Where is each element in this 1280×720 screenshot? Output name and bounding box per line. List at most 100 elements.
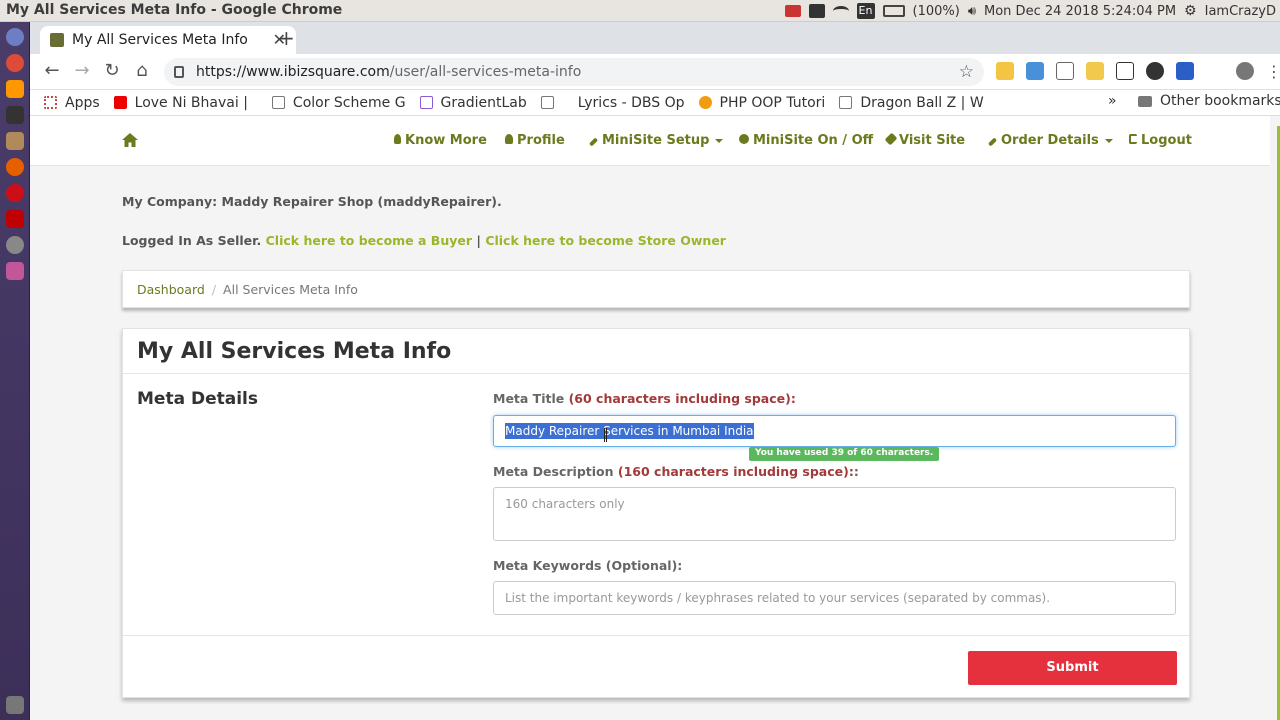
page-title: My All Services Meta Info — [137, 339, 452, 364]
meta-keywords-input[interactable]: List the important keywords / keyphrases… — [493, 581, 1176, 615]
text-cursor-icon — [604, 428, 607, 442]
bookmark-star-icon[interactable]: ☆ — [959, 62, 974, 82]
profile-avatar-icon[interactable] — [1236, 62, 1254, 80]
bookmark-item[interactable]: Color Scheme G — [271, 95, 406, 111]
files-icon[interactable] — [6, 132, 24, 150]
user-name[interactable]: IamCrazyD — [1205, 4, 1276, 19]
nav-label: Know More — [405, 133, 487, 148]
keyboard-language-indicator[interactable]: En — [856, 3, 875, 19]
bookmark-item[interactable]: GradientLab — [419, 95, 527, 111]
tab-title: My All Services Meta Info — [72, 32, 248, 48]
nav-minisite-setup[interactable]: MiniSite Setup — [588, 133, 724, 148]
page-icon — [839, 96, 853, 109]
link-separator: | — [476, 233, 481, 248]
nav-label: MiniSite On / Off — [753, 133, 874, 148]
bookmark-apps[interactable]: Apps — [44, 95, 100, 111]
user-icon — [505, 134, 513, 144]
terminal-icon[interactable] — [6, 106, 24, 124]
nav-minisite-on-off[interactable]: MiniSite On / Off — [739, 133, 873, 148]
address-bar[interactable]: https://www.ibizsquare.com/user/all-serv… — [164, 58, 984, 86]
nav-order-details[interactable]: Order Details — [987, 133, 1113, 148]
bookmark-item[interactable]: Lyrics - DBS Op — [540, 94, 685, 111]
home-icon[interactable] — [122, 133, 138, 147]
dash-icon[interactable] — [6, 28, 24, 46]
menu-indicator-icon[interactable] — [808, 4, 825, 18]
login-status-label: Logged In As Seller. — [122, 233, 262, 248]
volume-icon[interactable]: 🔊︎ — [968, 4, 976, 19]
nav-know-more[interactable]: Know More — [394, 133, 487, 148]
rocket-icon — [884, 132, 898, 146]
bookmark-item[interactable]: Love Ni Bhavai | — [113, 95, 248, 111]
chrome-icon[interactable] — [6, 54, 24, 72]
firefox-icon[interactable] — [6, 158, 24, 176]
nav-visit-site[interactable]: Visit Site — [884, 132, 965, 148]
extension-8-icon[interactable] — [1206, 62, 1224, 80]
meta-title-hint: (60 characters including space): — [568, 391, 796, 406]
breadcrumb-dashboard-link[interactable]: Dashboard — [137, 282, 205, 297]
extension-5-icon[interactable] — [1116, 62, 1134, 80]
bookmarks-more-button[interactable]: » — [1108, 93, 1117, 109]
extensions: ⋮ — [996, 62, 1280, 81]
wrench-icon — [588, 137, 599, 147]
clock[interactable]: Mon Dec 24 2018 5:24:04 PM — [984, 4, 1176, 19]
bookmarks-bar: Apps Love Ni Bhavai | Color Scheme G Gra… — [30, 90, 1280, 116]
wrench-icon — [987, 137, 998, 147]
site-navbar: Know More Profile MiniSite Setup MiniSit… — [30, 116, 1270, 166]
extension-3-icon[interactable] — [1056, 62, 1074, 80]
nav-label: Order Details — [1001, 133, 1099, 148]
new-tab-button[interactable]: + — [278, 26, 295, 50]
extension-7-icon[interactable] — [1176, 62, 1194, 80]
lightbulb-icon — [394, 134, 401, 144]
extension-1-icon[interactable] — [996, 62, 1014, 80]
extension-2-icon[interactable] — [1026, 62, 1044, 80]
meta-description-textarea[interactable]: 160 characters only — [493, 487, 1176, 541]
forward-button[interactable]: → — [70, 60, 94, 81]
settings-icon[interactable] — [6, 236, 24, 254]
meta-description-label: Meta Description (160 characters includi… — [493, 464, 859, 479]
bookmark-label: PHP OOP Tutori — [719, 94, 826, 111]
bookmark-item[interactable]: Dragon Ball Z | W — [839, 95, 984, 111]
tab-active[interactable]: My All Services Meta Info ✕ — [40, 26, 296, 54]
nav-label: Logout — [1141, 133, 1192, 148]
filezilla-icon[interactable] — [6, 210, 24, 228]
page-content: Know More Profile MiniSite Setup MiniSit… — [30, 116, 1280, 720]
battery-icon[interactable] — [882, 5, 905, 17]
url-path: /user/all-services-meta-info — [389, 64, 582, 80]
app-icon[interactable] — [6, 262, 24, 280]
info-icon — [698, 96, 712, 109]
login-status: Logged In As Seller. Click here to becom… — [122, 233, 726, 248]
extension-4-icon[interactable] — [1086, 62, 1104, 80]
chevron-down-icon — [715, 138, 724, 143]
lock-icon[interactable] — [174, 66, 184, 78]
bookmark-item[interactable]: PHP OOP Tutori — [698, 94, 826, 111]
trash-icon[interactable] — [6, 696, 24, 714]
os-top-bar: My All Services Meta Info - Google Chrom… — [0, 0, 1280, 22]
become-store-owner-link[interactable]: Click here to become Store Owner — [485, 233, 726, 248]
sublime-icon[interactable] — [6, 80, 24, 98]
reload-button[interactable]: ↻ — [100, 60, 124, 81]
extension-6-icon[interactable] — [1146, 62, 1164, 80]
wifi-icon[interactable] — [832, 6, 849, 16]
home-button[interactable]: ⌂ — [130, 60, 154, 81]
other-bookmarks[interactable]: Other bookmarks — [1138, 93, 1280, 109]
meta-description-label-text: Meta Description — [493, 464, 614, 479]
character-counter-badge: You have used 39 of 60 characters. — [749, 447, 940, 461]
settings-gear-icon[interactable]: ⚙ — [1184, 3, 1197, 19]
chevron-down-icon — [1104, 138, 1113, 143]
meta-title-input[interactable]: Maddy Repairer Services in Mumbai India — [493, 415, 1176, 447]
system-tray: En (100%) 🔊︎ Mon Dec 24 2018 5:24:04 PM … — [784, 0, 1280, 22]
tab-strip: My All Services Meta Info ✕ + — [30, 22, 1280, 54]
nav-logout[interactable]: Logout — [1129, 133, 1192, 148]
panel-header: My All Services Meta Info — [123, 329, 1189, 374]
chrome-menu-icon[interactable]: ⋮ — [1266, 62, 1280, 81]
record-icon[interactable] — [784, 5, 801, 17]
submit-button[interactable]: Submit — [968, 651, 1177, 685]
nav-profile[interactable]: Profile — [505, 133, 565, 148]
become-buyer-link[interactable]: Click here to become a Buyer — [266, 233, 472, 248]
back-button[interactable]: ← — [40, 60, 64, 81]
nav-label: Profile — [517, 133, 565, 148]
youtube-icon — [113, 96, 127, 109]
opera-icon[interactable] — [6, 184, 24, 202]
bookmark-label: Lyrics - DBS Op — [577, 94, 685, 111]
meta-title-label-text: Meta Title — [493, 391, 565, 406]
